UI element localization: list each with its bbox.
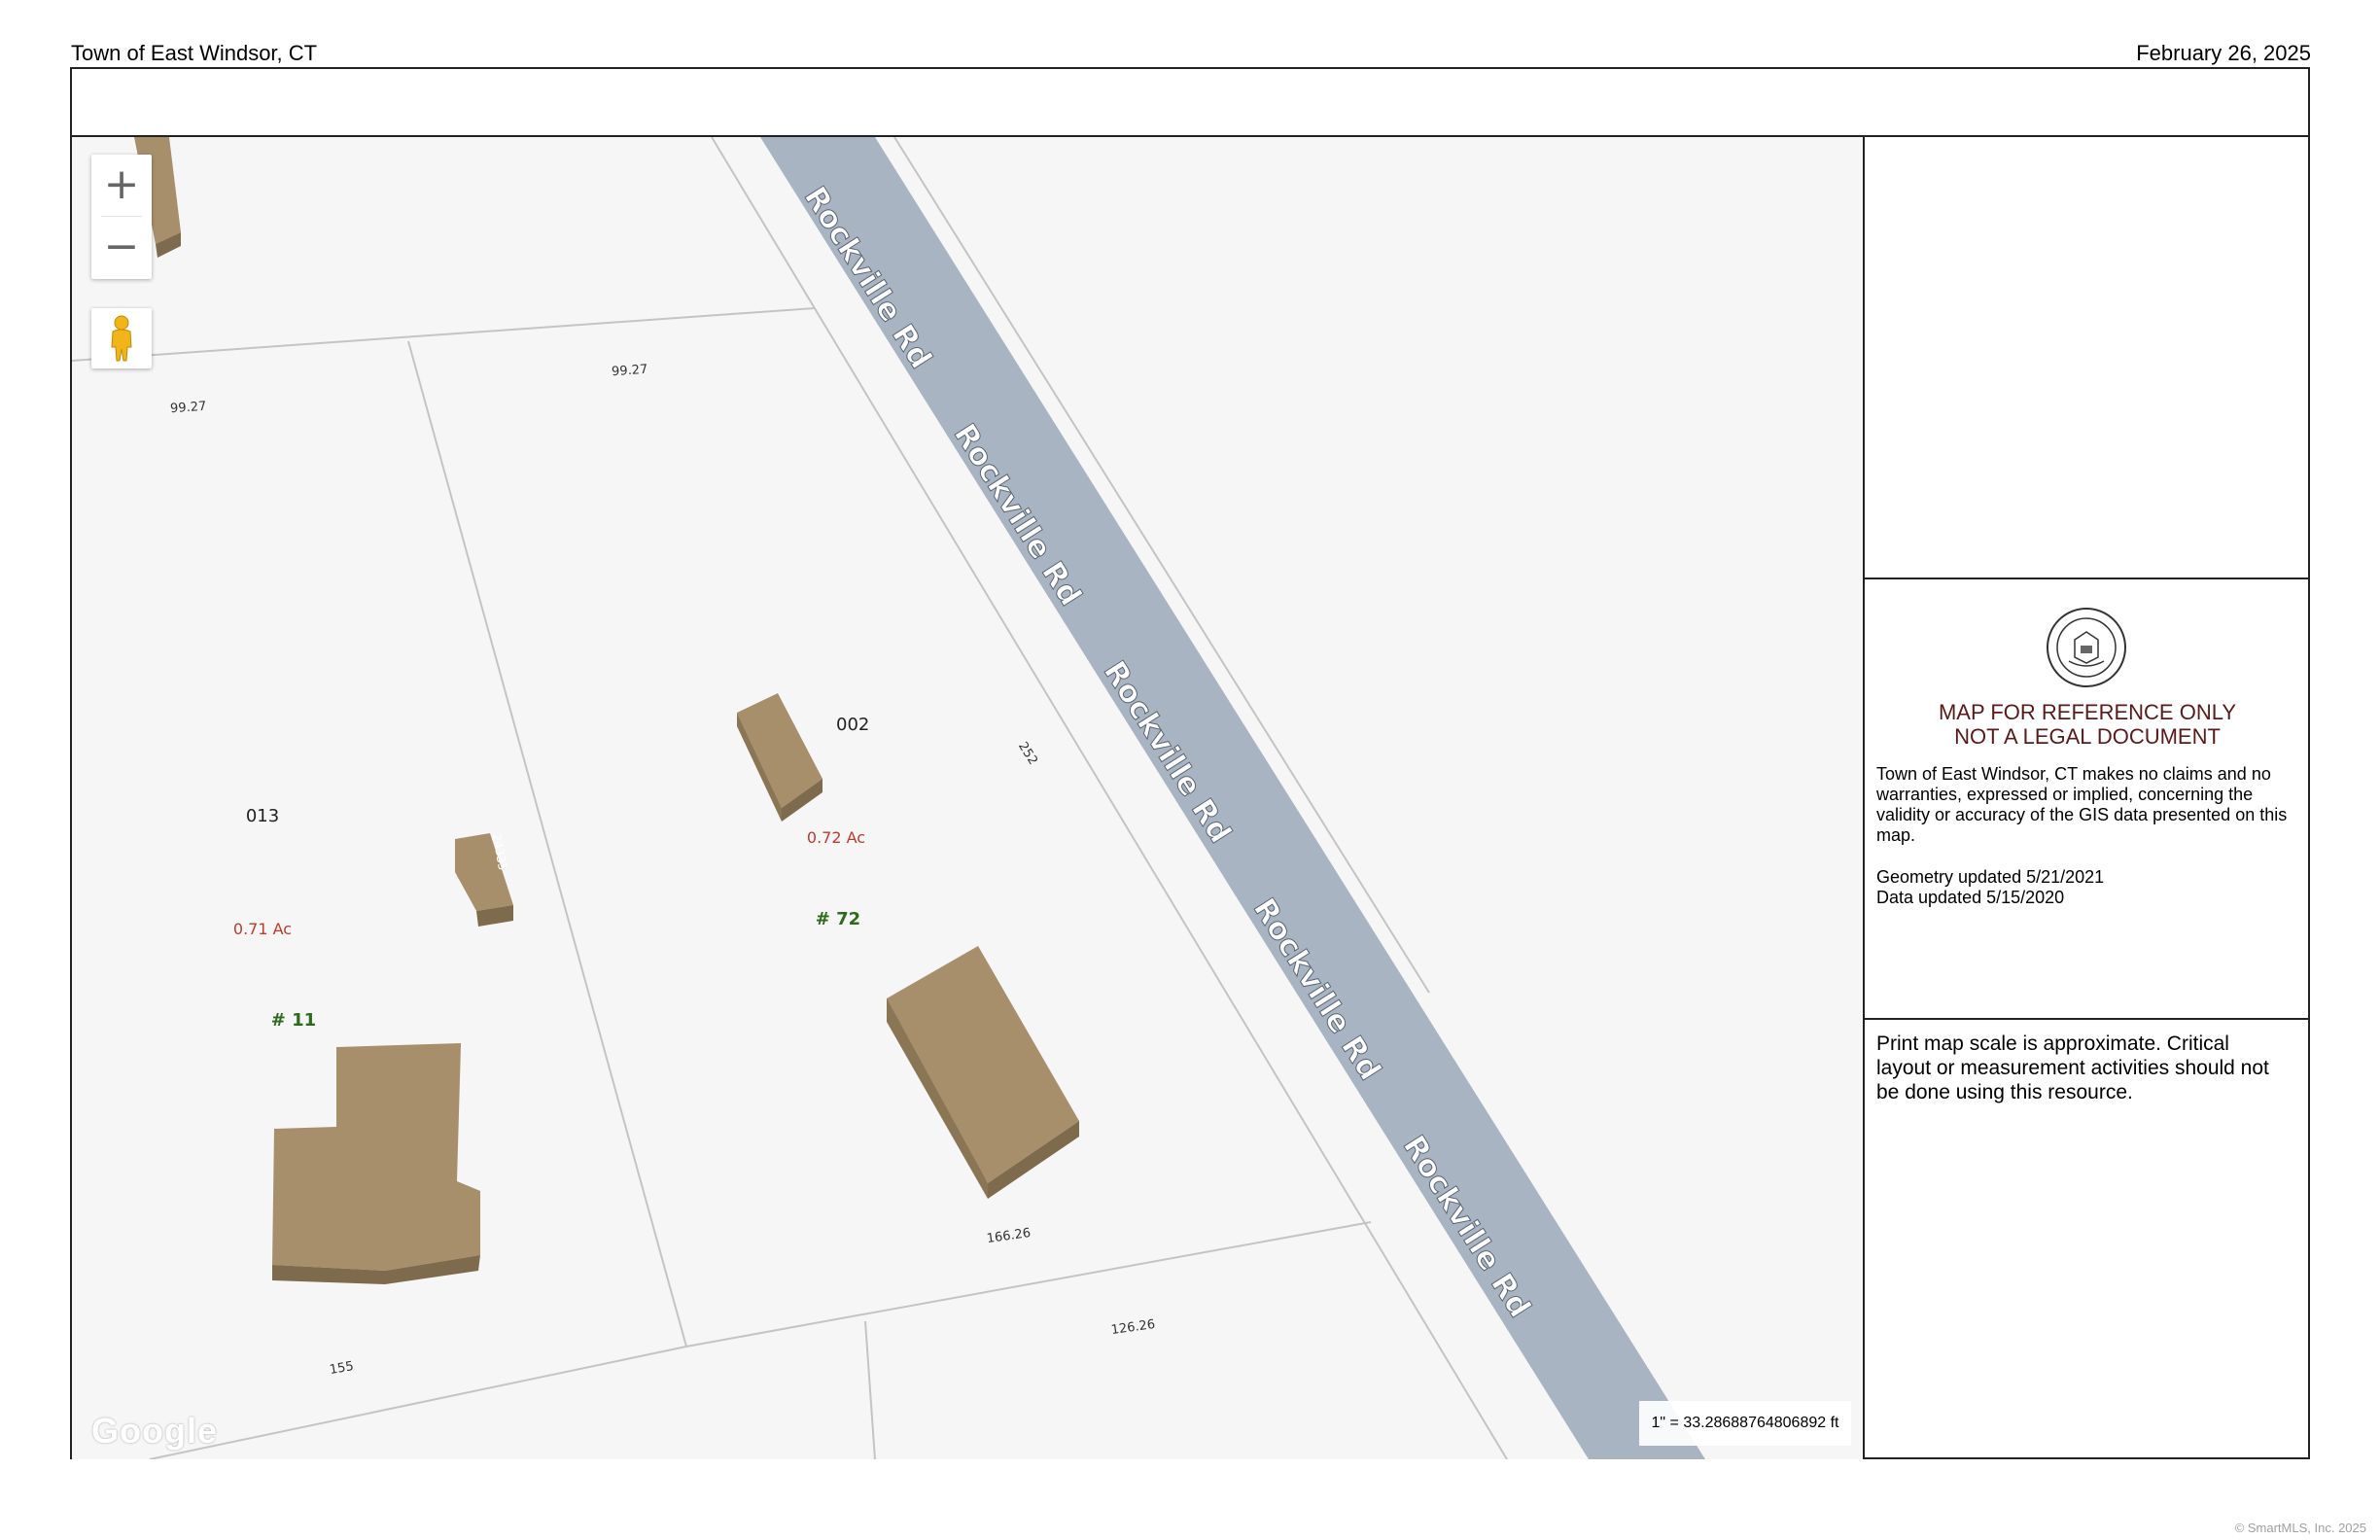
street-view-button[interactable] xyxy=(91,308,152,368)
zoom-in-button[interactable]: + xyxy=(91,155,152,217)
plus-icon: + xyxy=(103,159,140,209)
info-panel: MAP FOR REFERENCE ONLY NOT A LEGAL DOCUM… xyxy=(1865,137,2310,1459)
road-labels: Rockville Rd Rockville Rd Rockville Rd R… xyxy=(796,180,1537,1324)
zoom-out-button[interactable]: − xyxy=(91,217,152,279)
parcel-address: # 11 xyxy=(271,1010,316,1031)
update-info: Geometry updated 5/21/2021 Data updated … xyxy=(1876,867,2104,908)
reference-line-1: MAP FOR REFERENCE ONLY xyxy=(1938,700,2236,724)
dimension-label: 252 xyxy=(1015,740,1040,768)
map-scale: 1" = 33.28688764806892 ft xyxy=(1639,1401,1851,1446)
reference-title: MAP FOR REFERENCE ONLY NOT A LEGAL DOCUM… xyxy=(1865,700,2310,749)
print-frame: Rockville Rd Rockville Rd Rockville Rd R… xyxy=(70,67,2310,1459)
zoom-control: + − xyxy=(91,155,152,279)
disclaimer-cell: MAP FOR REFERENCE ONLY NOT A LEGAL DOCUM… xyxy=(1865,579,2310,1020)
title-band xyxy=(72,69,2308,137)
minus-icon: − xyxy=(103,222,140,271)
town-title: Town of East Windsor, CT xyxy=(71,41,318,65)
copyright: © SmartMLS, Inc. 2025 xyxy=(2234,1521,2366,1535)
parcel-acreage: 0.72 Ac xyxy=(807,828,865,847)
legend-cell xyxy=(1865,137,2310,579)
dimension-label: 99.27 xyxy=(612,363,648,380)
print-date: February 26, 2025 xyxy=(2136,41,2311,65)
geometry-updated: Geometry updated 5/21/2021 xyxy=(1876,867,2105,887)
scale-note-cell: Print map scale is approximate. Critical… xyxy=(1865,1020,2310,1459)
dimension-label: 166.26 xyxy=(986,1226,1032,1246)
dimension-label: 99.27 xyxy=(170,400,207,417)
dimension-label: 126.26 xyxy=(1110,1317,1156,1338)
parcel-id: 002 xyxy=(836,715,869,735)
parcel-id: 013 xyxy=(246,806,279,826)
map-view[interactable]: Rockville Rd Rockville Rd Rockville Rd R… xyxy=(72,137,1865,1459)
map-canvas: Rockville Rd Rockville Rd Rockville Rd R… xyxy=(72,137,1705,1459)
town-seal-icon xyxy=(2047,608,2126,687)
scale-note: Print map scale is approximate. Critical… xyxy=(1876,1032,2269,1103)
parcel-address: # 72 xyxy=(816,909,860,929)
parcel-acreage: 0.71 Ac xyxy=(233,920,292,938)
dimension-label: 155 xyxy=(329,1359,355,1378)
disclaimer-text: Town of East Windsor, CT makes no claims… xyxy=(1876,764,2288,845)
data-updated: Data updated 5/15/2020 xyxy=(1876,888,2065,907)
reference-line-2: NOT A LEGAL DOCUMENT xyxy=(1954,724,2221,749)
pegman-icon xyxy=(111,315,132,362)
google-attribution: Google xyxy=(91,1411,218,1451)
building-parcel-013-house xyxy=(272,1043,480,1271)
